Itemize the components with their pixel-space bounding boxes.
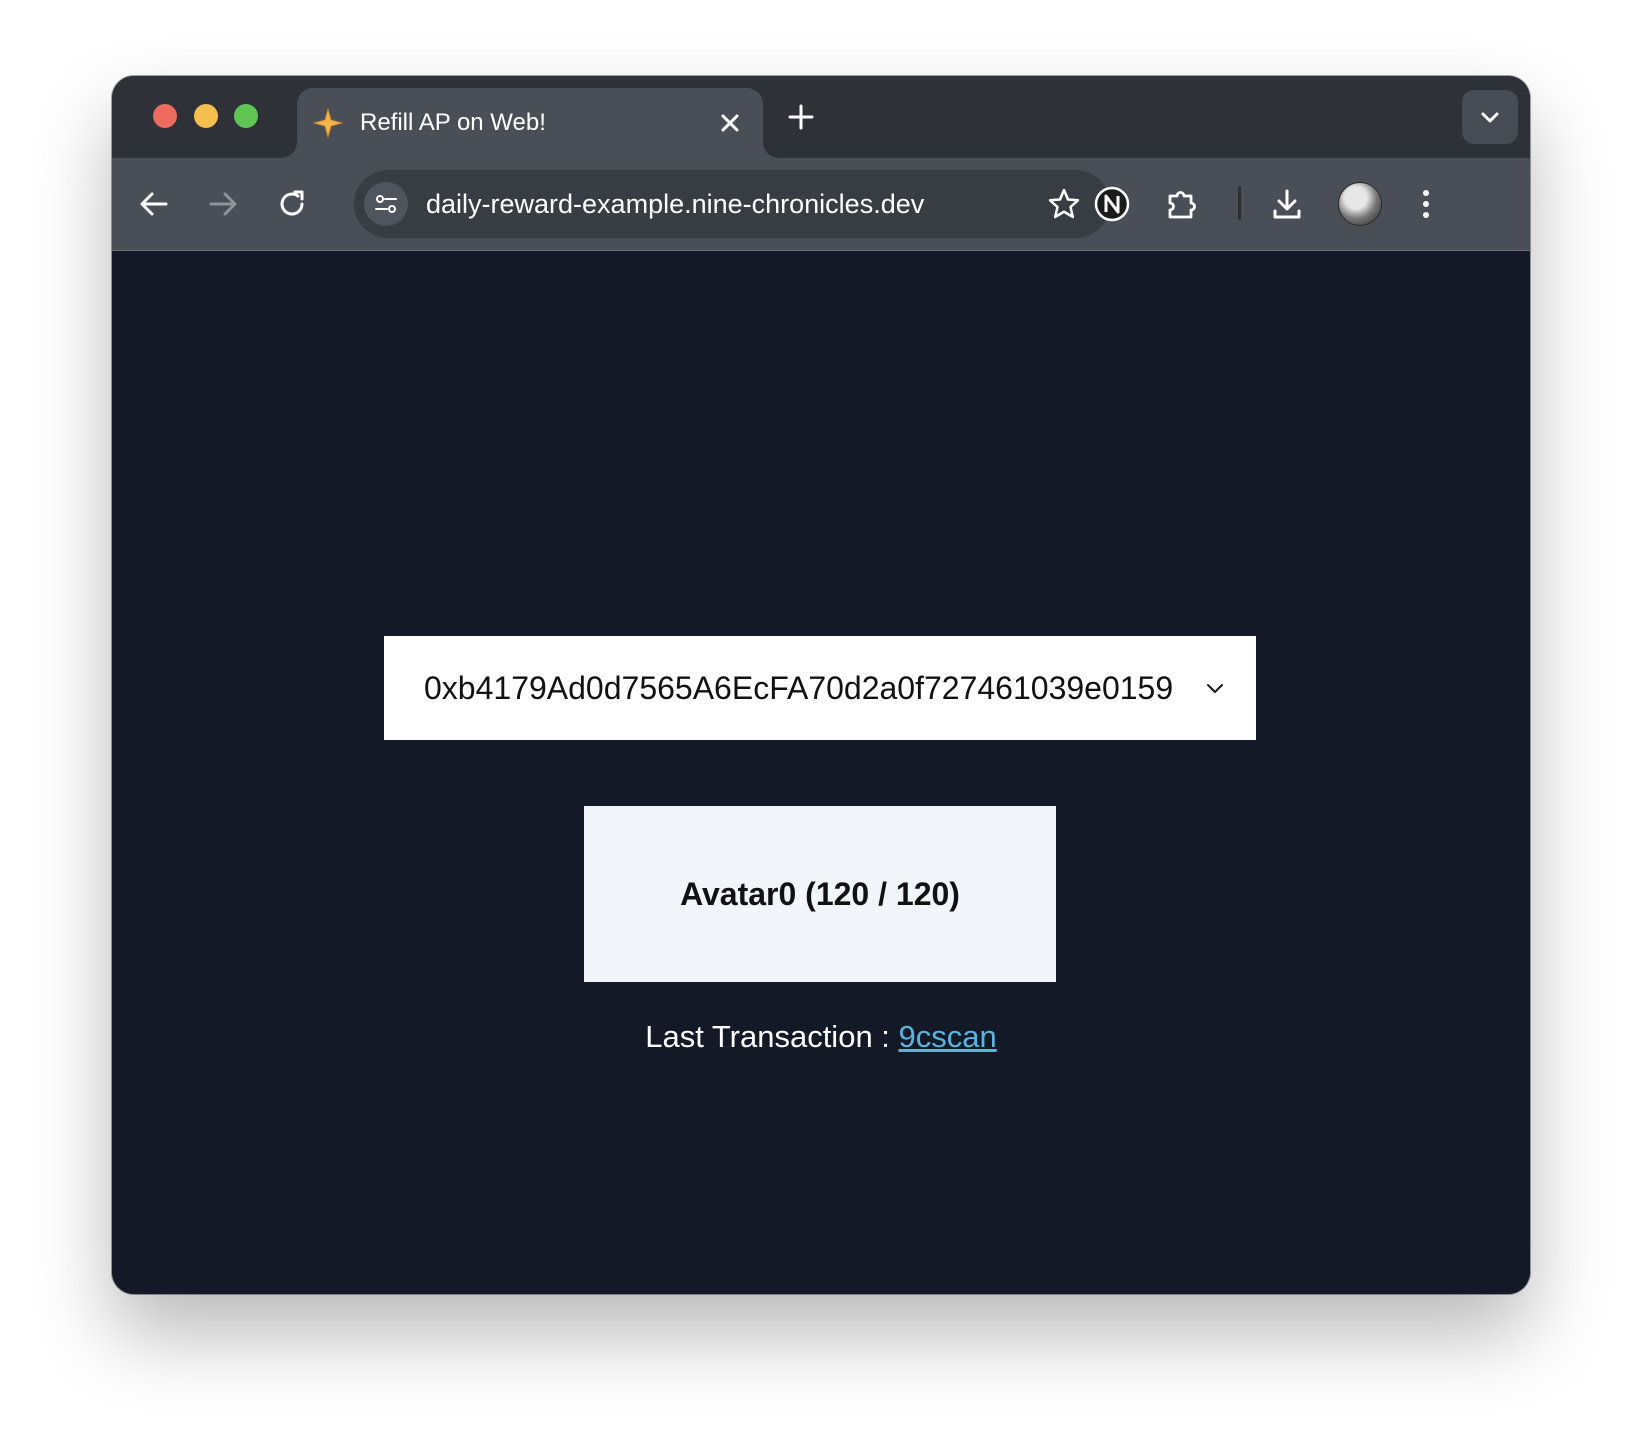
avatar-refill-button[interactable]: Avatar0 (120 / 120) bbox=[584, 806, 1056, 982]
download-icon[interactable] bbox=[1269, 186, 1305, 222]
url-text[interactable]: daily-reward-example.nine-chronicles.dev bbox=[426, 188, 924, 220]
tab-search-button[interactable] bbox=[1462, 90, 1518, 144]
close-tab-icon[interactable] bbox=[715, 108, 745, 138]
minimize-window-button[interactable] bbox=[194, 104, 218, 128]
last-transaction: Last Transaction : 9cscan bbox=[112, 1017, 1530, 1057]
tab-title: Refill AP on Web! bbox=[360, 109, 546, 136]
sparkle-icon bbox=[313, 108, 343, 138]
address-select-value: 0xb4179Ad0d7565A6EcFA70d2a0f727461039e01… bbox=[424, 670, 1174, 706]
bookmark-star-icon[interactable] bbox=[1046, 186, 1082, 222]
back-arrow-icon[interactable] bbox=[136, 186, 172, 222]
nine-chronicles-extension-icon[interactable] bbox=[1092, 184, 1132, 224]
page-content: 0xb4179Ad0d7565A6EcFA70d2a0f727461039e01… bbox=[112, 251, 1530, 1294]
close-window-button[interactable] bbox=[153, 104, 177, 128]
tune-icon bbox=[375, 195, 397, 213]
chevron-down-icon bbox=[1207, 684, 1223, 693]
browser-toolbar: daily-reward-example.nine-chronicles.dev bbox=[112, 158, 1530, 251]
browser-window: Refill AP on Web! daily-reward-example.n… bbox=[112, 76, 1530, 1294]
more-menu-icon[interactable] bbox=[1408, 186, 1444, 222]
reload-icon[interactable] bbox=[274, 186, 310, 222]
maximize-window-button[interactable] bbox=[234, 104, 258, 128]
chevron-down-icon bbox=[1481, 112, 1499, 123]
new-tab-icon[interactable] bbox=[784, 100, 818, 134]
address-bar[interactable]: daily-reward-example.nine-chronicles.dev bbox=[354, 170, 1110, 238]
profile-avatar[interactable] bbox=[1338, 182, 1382, 226]
tab-strip: Refill AP on Web! bbox=[112, 76, 1530, 158]
tab-active[interactable]: Refill AP on Web! bbox=[297, 88, 763, 158]
address-select[interactable]: 0xb4179Ad0d7565A6EcFA70d2a0f727461039e01… bbox=[384, 636, 1256, 740]
last-transaction-label: Last Transaction : bbox=[645, 1019, 899, 1054]
forward-arrow-icon[interactable] bbox=[205, 186, 241, 222]
puzzle-extension-icon[interactable] bbox=[1164, 186, 1200, 222]
9cscan-link[interactable]: 9cscan bbox=[899, 1019, 997, 1054]
site-info-button[interactable] bbox=[364, 182, 408, 226]
toolbar-divider bbox=[1238, 186, 1241, 220]
